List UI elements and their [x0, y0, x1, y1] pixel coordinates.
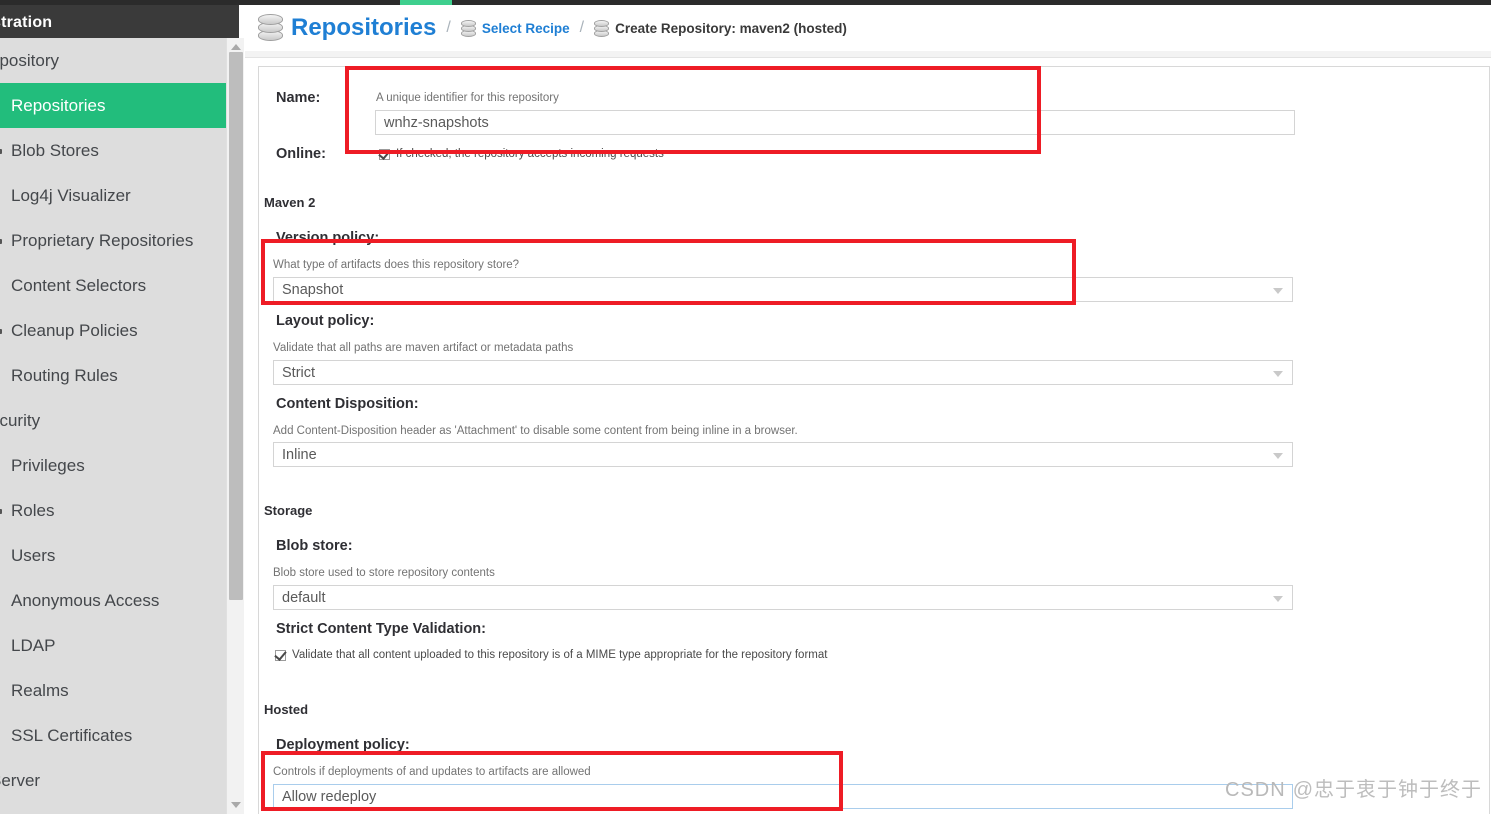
- sidebar-group-server: Server: [0, 758, 226, 803]
- sidebar-item-label: Cleanup Policies: [11, 320, 138, 340]
- sidebar-item-label: Routing Rules: [11, 365, 118, 385]
- deployment-policy-select[interactable]: Allow redeploy: [273, 784, 1293, 809]
- breadcrumb-title[interactable]: Repositories: [291, 14, 436, 42]
- strict-content-type-label: Strict Content Type Validation:: [276, 621, 486, 637]
- online-checkbox-label: If checked, the repository accepts incom…: [396, 148, 664, 160]
- layout-policy-hint: Validate that all paths are maven artifa…: [273, 342, 574, 354]
- blob-store-hint: Blob store used to store repository cont…: [273, 567, 495, 579]
- app-header-bar: stration: [0, 5, 239, 38]
- chevron-down-icon[interactable]: [1273, 595, 1283, 602]
- version-policy-hint: What type of artifacts does this reposit…: [273, 259, 520, 271]
- sidebar-item-blob-stores[interactable]: Blob Stores: [0, 128, 226, 173]
- sidebar-item-label: SSL Certificates: [11, 725, 133, 745]
- sidebar-item-roles[interactable]: Roles: [0, 488, 226, 533]
- watermark-brand: CSDN: [1225, 779, 1286, 801]
- sidebar-item-icon: [0, 148, 2, 154]
- sidebar-item-content-selectors[interactable]: Content Selectors: [0, 263, 226, 308]
- content-disposition-select[interactable]: Inline: [273, 442, 1293, 467]
- online-checkbox-row[interactable]: If checked, the repository accepts incom…: [379, 148, 664, 160]
- watermark-username: @忠于衷于钟于终于: [1292, 779, 1482, 801]
- sidebar-item-privileges[interactable]: Privileges: [0, 443, 226, 488]
- sidebar-scrollbar[interactable]: [226, 38, 244, 814]
- hosted-section-heading: Hosted: [264, 702, 309, 717]
- sidebar-item-routing-rules[interactable]: Routing Rules: [0, 353, 226, 398]
- main-content: Repositories / Select Recipe / Create Re…: [245, 5, 1491, 814]
- sidebar-item-label: Roles: [11, 500, 55, 520]
- sidebar-item-label: Content Selectors: [11, 275, 147, 295]
- name-hint: A unique identifier for this repository: [376, 92, 559, 104]
- breadcrumb-separator-2: /: [579, 19, 585, 36]
- sidebar-item-label: Repositories: [11, 95, 106, 115]
- sidebar-item-icon: [0, 508, 2, 514]
- breadcrumb-divider: [245, 51, 1491, 58]
- deployment-policy-hint: Controls if deployments of and updates t…: [273, 766, 591, 778]
- name-input[interactable]: wnhz-snapshots: [375, 110, 1295, 135]
- breadcrumb-current-page: Create Repository: maven2 (hosted): [615, 20, 847, 36]
- breadcrumb-select-recipe-link[interactable]: Select Recipe: [482, 21, 570, 36]
- storage-section-heading: Storage: [264, 503, 313, 518]
- blob-store-value: default: [282, 589, 326, 606]
- strict-content-type-checkbox-label: Validate that all content uploaded to th…: [292, 649, 828, 661]
- sidebar-item-icon: [0, 238, 2, 244]
- content-disposition-label: Content Disposition:: [276, 396, 419, 412]
- chevron-down-icon[interactable]: [1273, 452, 1283, 459]
- chevron-down-icon[interactable]: [1273, 370, 1283, 377]
- sidebar-item-icon: [0, 328, 2, 334]
- select-recipe-database-icon: [460, 19, 476, 37]
- sidebar-item-label: Privileges: [11, 455, 85, 475]
- sidebar-item-cleanup-policies[interactable]: Cleanup Policies: [0, 308, 226, 353]
- scroll-down-arrow-icon[interactable]: [227, 798, 245, 812]
- repository-database-icon: [258, 14, 283, 42]
- sidebar-item-label: Anonymous Access: [11, 590, 160, 610]
- create-repository-form: Name: A unique identifier for this repos…: [258, 66, 1490, 814]
- sidebar-item-anonymous-access[interactable]: Anonymous Access: [0, 578, 226, 623]
- sidebar-item-label: Proprietary Repositories: [11, 230, 194, 250]
- version-policy-select[interactable]: Snapshot: [273, 277, 1293, 302]
- deployment-policy-value: Allow redeploy: [282, 788, 377, 805]
- content-disposition-hint: Add Content-Disposition header as 'Attac…: [273, 425, 798, 437]
- version-policy-label: Version policy:: [276, 230, 380, 246]
- sidebar-item-label: Blob Stores: [11, 140, 99, 160]
- online-label: Online:: [276, 146, 326, 162]
- sidebar-item-realms[interactable]: Realms: [0, 668, 226, 713]
- strict-content-type-checkbox[interactable]: [275, 649, 286, 661]
- breadcrumb: Repositories / Select Recipe / Create Re…: [245, 5, 1491, 51]
- sidebar-group-label: ecurity: [0, 410, 41, 430]
- content-disposition-value: Inline: [282, 446, 317, 463]
- layout-policy-select[interactable]: Strict: [273, 360, 1293, 385]
- sidebar-item-ssl-certificates[interactable]: SSL Certificates: [0, 713, 226, 758]
- sidebar-item-label: Realms: [11, 680, 69, 700]
- sidebar-item-label: Users: [11, 545, 56, 565]
- layout-policy-value: Strict: [282, 364, 316, 381]
- sidebar-group-label: Server: [0, 770, 41, 790]
- sidebar-group-ecurity: ecurity: [0, 398, 226, 443]
- sidebar-item-label: LDAP: [11, 635, 56, 655]
- online-checkbox[interactable]: [379, 148, 390, 160]
- csdn-watermark: CSDN @忠于衷于钟于终于: [1225, 773, 1482, 802]
- sidebar-group-label: epository: [0, 50, 59, 70]
- nexus-repository-manager-screen: stration epository Repositories Blob Store…: [0, 0, 1491, 814]
- sidebar-item-ldap[interactable]: LDAP: [0, 623, 226, 668]
- sidebar-group-epository: epository: [0, 38, 226, 83]
- sidebar-item-users[interactable]: Users: [0, 533, 226, 578]
- maven2-section-heading: Maven 2: [264, 195, 316, 210]
- chevron-down-icon[interactable]: [1273, 287, 1283, 294]
- blob-store-label: Blob store:: [276, 538, 353, 554]
- layout-policy-label: Layout policy:: [276, 313, 375, 329]
- sidebar-item-repositories[interactable]: Repositories: [0, 83, 226, 128]
- deployment-policy-label: Deployment policy:: [276, 737, 410, 753]
- strict-content-type-checkbox-row[interactable]: Validate that all content uploaded to th…: [275, 649, 827, 661]
- name-label: Name:: [276, 90, 321, 106]
- sidebar-item-log4j-visualizer[interactable]: Log4j Visualizer: [0, 173, 226, 218]
- create-repository-database-icon: [594, 19, 610, 37]
- breadcrumb-separator-1: /: [446, 19, 451, 36]
- sidebar-item-label: Log4j Visualizer: [11, 185, 131, 205]
- sidebar-scrollbar-thumb[interactable]: [229, 52, 243, 600]
- sidebar-item-proprietary-repositories[interactable]: Proprietary Repositories: [0, 218, 226, 263]
- app-header-title: stration: [0, 14, 53, 31]
- version-policy-value: Snapshot: [282, 281, 344, 298]
- blob-store-select[interactable]: default: [273, 585, 1293, 610]
- sidebar-nav[interactable]: epository Repositories Blob Stores Log4j Vi…: [0, 38, 226, 814]
